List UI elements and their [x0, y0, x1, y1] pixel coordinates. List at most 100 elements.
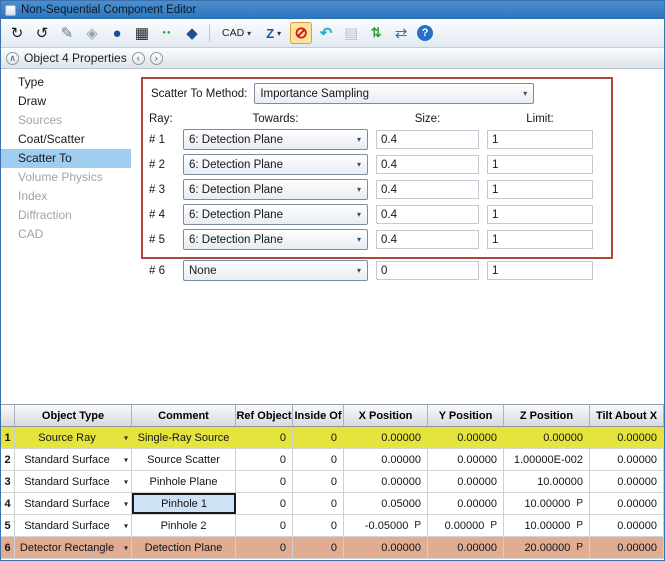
ref-object-cell[interactable]: 0 [236, 471, 293, 492]
rotate-ccw-icon[interactable]: ↺ [31, 22, 53, 44]
tilt-about-x-cell[interactable]: 0.00000 [590, 515, 664, 536]
tilt-about-x-cell[interactable]: 0.00000 [590, 427, 664, 448]
tilt-about-x-cell[interactable]: 0.00000 [590, 471, 664, 492]
ref-object-cell[interactable]: 0 [236, 493, 293, 514]
titlebar[interactable]: Non-Sequential Component Editor [1, 1, 664, 19]
sidebar-item-cad[interactable]: CAD [1, 225, 131, 244]
comment-cell[interactable]: Detection Plane [132, 537, 236, 558]
object-type-dropdown[interactable]: Standard Surface▾ [15, 471, 132, 492]
towards-dropdown-3[interactable]: 6: Detection Plane▾ [183, 179, 368, 200]
inside-of-cell[interactable]: 0 [293, 427, 344, 448]
object-type-dropdown[interactable]: Standard Surface▾ [15, 493, 132, 514]
z-position-cell[interactable]: 0.00000 [504, 427, 590, 448]
limit-input-5[interactable] [487, 230, 593, 249]
y-position-cell[interactable]: 0.00000 [428, 471, 504, 492]
limit-input-2[interactable] [487, 155, 593, 174]
towards-dropdown-4[interactable]: 6: Detection Plane▾ [183, 204, 368, 225]
rotate-cw-icon[interactable]: ↻ [6, 22, 28, 44]
row-number-cell: 2 [1, 449, 15, 470]
z-position-cell[interactable]: 20.00000P [504, 537, 590, 558]
towards-dropdown-6[interactable]: None▾ [183, 260, 368, 281]
collapse-chevron-icon[interactable]: ∧ [6, 52, 19, 65]
sphere-icon[interactable]: ● [106, 22, 128, 44]
inside-of-cell[interactable]: 0 [293, 471, 344, 492]
size-input-5[interactable] [376, 230, 479, 249]
comment-cell[interactable]: Pinhole Plane [132, 471, 236, 492]
grid-icon[interactable]: ▦ [131, 22, 153, 44]
tilt-about-x-cell[interactable]: 0.00000 [590, 449, 664, 470]
size-input-3[interactable] [376, 180, 479, 199]
z-position-cell[interactable]: 10.00000 [504, 471, 590, 492]
inside-of-cell[interactable]: 0 [293, 537, 344, 558]
edit-pencil-icon[interactable]: ✎ [56, 22, 78, 44]
green-dots-icon[interactable]: ●● [156, 22, 178, 44]
layers-icon[interactable]: ▤ [340, 22, 362, 44]
help-icon[interactable]: ? [417, 25, 433, 41]
comment-cell[interactable]: Single-Ray Source [132, 427, 236, 448]
y-position-cell[interactable]: 0.00000 [428, 493, 504, 514]
scatter-method-dropdown[interactable]: Importance Sampling ▾ [254, 83, 534, 104]
cell-value: 10.00000 [524, 498, 570, 510]
comment-cell[interactable]: Pinhole 2 [132, 515, 236, 536]
swap-arrows-icon[interactable]: ⇄ [390, 22, 412, 44]
inside-of-cell[interactable]: 0 [293, 515, 344, 536]
scatter-tool-icon[interactable]: ⊘ [290, 22, 312, 44]
size-input-6[interactable] [376, 261, 479, 280]
sidebar-item-index[interactable]: Index [1, 187, 131, 206]
z-position-cell[interactable]: 10.00000P [504, 515, 590, 536]
z-position-cell[interactable]: 1.00000E-002 [504, 449, 590, 470]
z-position-cell[interactable]: 10.00000P [504, 493, 590, 514]
sidebar-item-diffraction[interactable]: Diffraction [1, 206, 131, 225]
ref-object-cell[interactable]: 0 [236, 427, 293, 448]
undo-arrow-icon[interactable]: ↶ [315, 22, 337, 44]
ref-object-cell[interactable]: 0 [236, 537, 293, 558]
sidebar-item-type[interactable]: Type [1, 73, 131, 92]
next-object-button[interactable]: › [150, 52, 163, 65]
sidebar-item-draw[interactable]: Draw [1, 92, 131, 111]
picker-icon[interactable]: ◈ [81, 22, 103, 44]
object-type-dropdown[interactable]: Source Ray▾ [15, 427, 132, 448]
ref-object-cell[interactable]: 0 [236, 449, 293, 470]
x-position-cell[interactable]: 0.00000 [344, 427, 428, 448]
y-position-cell[interactable]: 0.00000 [428, 427, 504, 448]
ref-object-cell[interactable]: 0 [236, 515, 293, 536]
tilt-about-x-cell[interactable]: 0.00000 [590, 537, 664, 558]
prev-object-button[interactable]: ‹ [132, 52, 145, 65]
towards-dropdown-1[interactable]: 6: Detection Plane▾ [183, 129, 368, 150]
x-position-cell[interactable]: 0.00000 [344, 449, 428, 470]
y-position-cell[interactable]: 0.00000 [428, 537, 504, 558]
sync-icon[interactable]: ⇅ [365, 22, 387, 44]
sidebar-item-sources[interactable]: Sources [1, 111, 131, 130]
towards-dropdown-2[interactable]: 6: Detection Plane▾ [183, 154, 368, 175]
tilt-about-x-cell[interactable]: 0.00000 [590, 493, 664, 514]
x-position-cell[interactable]: 0.05000 [344, 493, 428, 514]
x-position-cell[interactable]: 0.00000 [344, 537, 428, 558]
inside-of-cell[interactable]: 0 [293, 493, 344, 514]
comment-cell[interactable]: Source Scatter [132, 449, 236, 470]
size-input-2[interactable] [376, 155, 479, 174]
size-input-4[interactable] [376, 205, 479, 224]
x-position-cell[interactable]: 0.00000 [344, 471, 428, 492]
scatter-row-2: # 26: Detection Plane▾ [149, 154, 664, 175]
object-type-dropdown[interactable]: Detector Rectangle▾ [15, 537, 132, 558]
cell-value: 0.00000 [381, 432, 421, 444]
sidebar-item-scatter-to[interactable]: Scatter To [1, 149, 131, 168]
y-position-cell[interactable]: 0.00000P [428, 515, 504, 536]
limit-input-1[interactable] [487, 130, 593, 149]
cad-dropdown[interactable]: CAD ▾ [216, 22, 257, 44]
sidebar-item-volume-physics[interactable]: Volume Physics [1, 168, 131, 187]
object-type-dropdown[interactable]: Standard Surface▾ [15, 515, 132, 536]
x-position-cell[interactable]: -0.05000P [344, 515, 428, 536]
limit-input-4[interactable] [487, 205, 593, 224]
inside-of-cell[interactable]: 0 [293, 449, 344, 470]
y-position-cell[interactable]: 0.00000 [428, 449, 504, 470]
size-input-1[interactable] [376, 130, 479, 149]
limit-input-3[interactable] [487, 180, 593, 199]
towards-dropdown-5[interactable]: 6: Detection Plane▾ [183, 229, 368, 250]
limit-input-6[interactable] [487, 261, 593, 280]
sidebar-item-coat-scatter[interactable]: Coat/Scatter [1, 130, 131, 149]
object-type-dropdown[interactable]: Standard Surface▾ [15, 449, 132, 470]
comment-cell[interactable]: Pinhole 1 [132, 493, 236, 514]
polygon-icon[interactable]: ◆ [181, 22, 203, 44]
z-dropdown[interactable]: Z ▾ [260, 22, 287, 44]
